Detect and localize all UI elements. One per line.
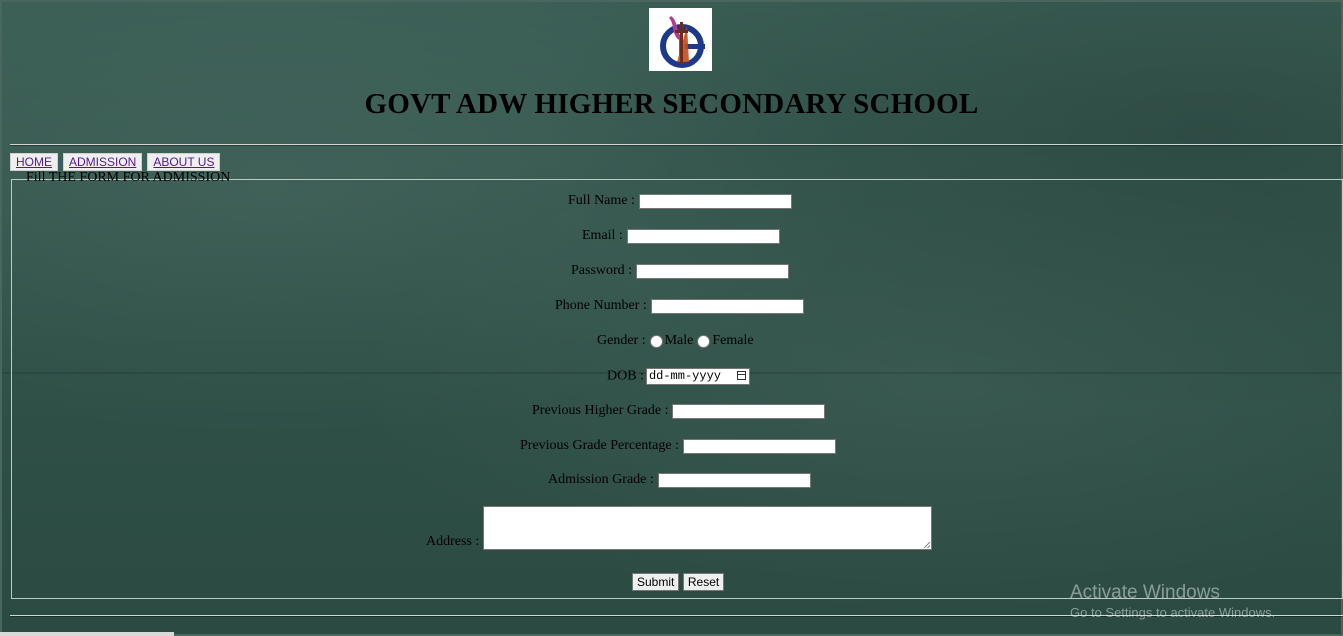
address-textarea[interactable] [483, 506, 933, 550]
full-name-input[interactable] [638, 193, 792, 209]
main-nav: HOME ADMISSION ABOUT US [10, 153, 221, 171]
prev-pct-row: Previous Grade Percentage : [520, 438, 836, 454]
phone-row: Phone Number : [555, 298, 804, 314]
password-row: Password : [571, 263, 790, 279]
prev-pct-input[interactable] [683, 438, 836, 454]
gender-male-radio[interactable] [649, 334, 663, 348]
nav-admission-link[interactable]: ADMISSION [63, 153, 143, 171]
prev-grade-label: Previous Higher Grade : [532, 403, 669, 418]
email-input[interactable] [626, 228, 780, 244]
gender-female-label: Female [712, 333, 754, 349]
watermark-title: Activate Windows [1070, 582, 1220, 603]
fieldset-legend: Fill THE FORM FOR ADMISSION [26, 170, 231, 185]
dob-date-input[interactable]: dd-mm-yyyy [645, 368, 750, 385]
bottom-scroll-strip [0, 632, 174, 636]
gender-label: Gender : [597, 333, 646, 348]
gender-row: Gender : Male Female [597, 333, 754, 349]
school-title: GOVT ADW HIGHER SECONDARY SCHOOL [364, 88, 979, 120]
nav-home-link[interactable]: HOME [10, 153, 58, 171]
prev-grade-row: Previous Higher Grade : [532, 403, 826, 419]
prev-grade-input[interactable] [672, 403, 826, 419]
form-actions: Submit Reset [632, 573, 725, 591]
address-label: Address : [426, 533, 480, 549]
prev-pct-label: Previous Grade Percentage : [520, 438, 679, 453]
submit-button[interactable]: Submit [632, 573, 680, 591]
dob-label: DOB : [607, 368, 644, 384]
phone-label: Phone Number : [555, 298, 647, 313]
gender-female-radio[interactable] [697, 334, 711, 348]
nav-about-link[interactable]: ABOUT US [147, 153, 221, 171]
watermark-subtitle: Go to Settings to activate Windows. [1070, 605, 1276, 620]
full-name-label: Full Name : [568, 193, 635, 208]
full-name-row: Full Name : [568, 193, 792, 209]
calendar-icon[interactable] [736, 371, 746, 380]
admission-grade-label: Admission Grade : [548, 472, 654, 487]
email-row: Email : [582, 228, 780, 244]
gender-male-label: Male [664, 333, 694, 349]
email-label: Email : [582, 228, 623, 243]
windows-activation-watermark: Activate Windows Go to Settings to activ… [1070, 582, 1275, 620]
header-divider [10, 144, 1343, 145]
password-label: Password : [571, 263, 633, 278]
dob-row: DOB : dd-mm-yyyy [607, 368, 750, 385]
address-row: Address : [426, 506, 933, 550]
dob-placeholder: dd-mm-yyyy [648, 369, 721, 383]
reset-button[interactable]: Reset [682, 573, 725, 591]
school-logo [649, 8, 712, 71]
password-input[interactable] [636, 263, 790, 279]
admission-grade-input[interactable] [657, 472, 811, 488]
admission-grade-row: Admission Grade : [548, 472, 811, 488]
phone-input[interactable] [650, 298, 804, 314]
